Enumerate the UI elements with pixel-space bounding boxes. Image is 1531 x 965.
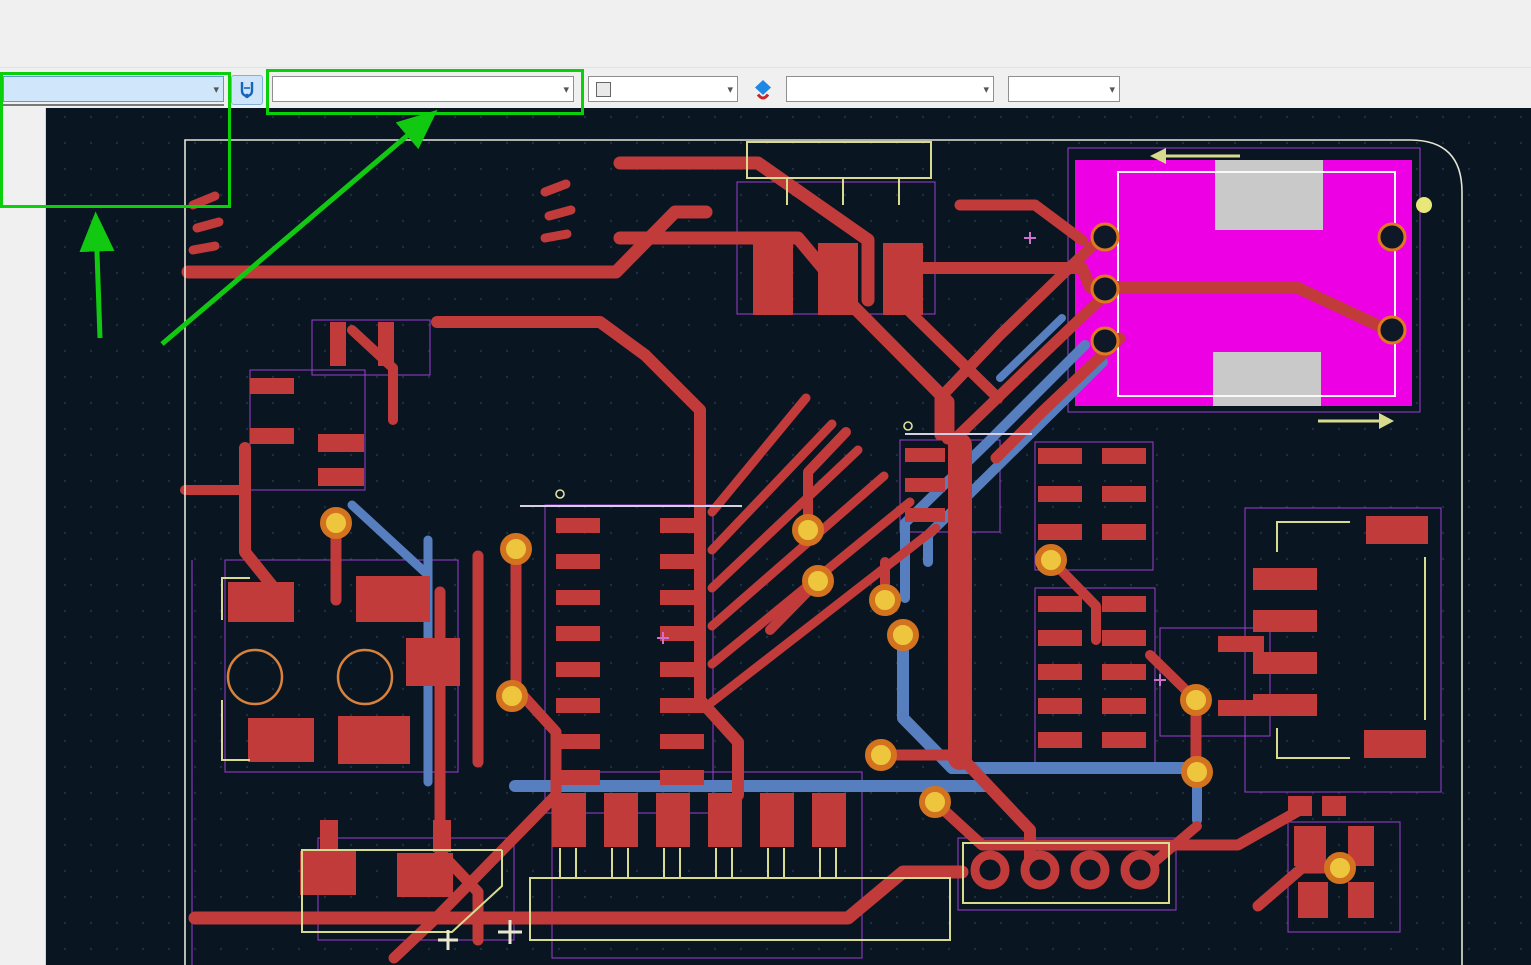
track-posture-icon[interactable] xyxy=(231,75,263,105)
kicad-pcb-editor-window: ▾ ▾ ▾ ▾ ▾ xyxy=(0,0,1531,965)
via-tool-icon[interactable] xyxy=(747,75,779,105)
zoom-select[interactable]: ▾ xyxy=(1008,76,1120,102)
layer-select[interactable]: ▾ xyxy=(588,76,738,102)
track-dropdown-list xyxy=(2,104,224,106)
grid-select[interactable]: ▾ xyxy=(786,76,994,102)
chevron-down-icon: ▾ xyxy=(563,83,569,96)
options-toolbar: ▾ ▾ ▾ ▾ ▾ xyxy=(0,68,1531,109)
via-size-select[interactable]: ▾ xyxy=(272,76,574,102)
origin-dot xyxy=(1416,197,1432,213)
chevron-down-icon: ▾ xyxy=(213,83,219,96)
left-toolbar xyxy=(0,108,46,965)
layer-color-swatch xyxy=(596,81,611,97)
chevron-down-icon: ▾ xyxy=(727,83,733,96)
main-toolbar xyxy=(0,25,1531,68)
menu-bar xyxy=(0,0,1531,25)
chevron-down-icon: ▾ xyxy=(1109,83,1115,96)
pcb-canvas[interactable] xyxy=(46,108,1531,965)
track-width-select[interactable]: ▾ xyxy=(3,76,224,102)
chevron-down-icon: ▾ xyxy=(983,83,989,96)
